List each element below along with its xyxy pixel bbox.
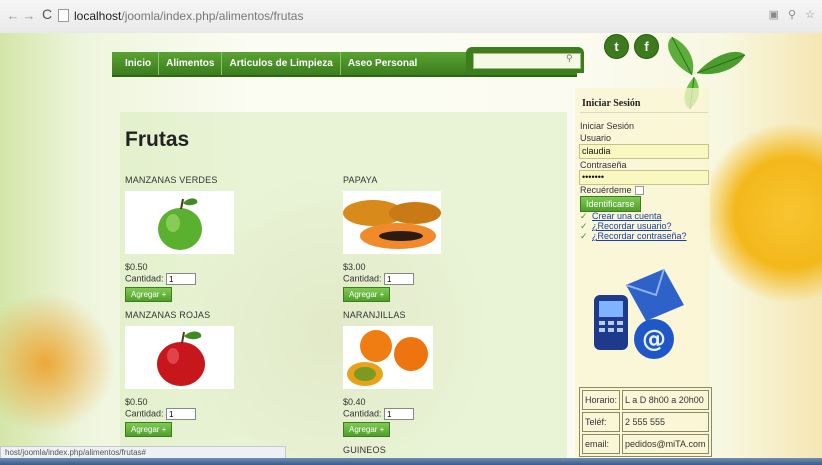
product-price: $0.40: [343, 397, 366, 407]
login-button[interactable]: Identificarse: [580, 196, 641, 212]
product-price: $3.00: [343, 262, 366, 272]
quantity-label: Cantidad:: [125, 273, 164, 284]
nav-item-limpieza[interactable]: Articulos de Limpieza: [222, 52, 341, 75]
page-icon: [58, 9, 69, 22]
product-name: GUINEOS: [343, 445, 386, 455]
product-name: NARANJILLAS: [343, 310, 406, 320]
remember-row: Recuérdeme: [580, 185, 644, 196]
info-key: Teléf:: [582, 412, 621, 432]
product-name: PAPAYA: [343, 175, 378, 185]
quantity-input[interactable]: [384, 273, 415, 285]
product-name: MANZANAS VERDES: [125, 175, 218, 185]
product-price: $0.50: [125, 397, 148, 407]
nav-item-alimentos[interactable]: Alimentos: [159, 52, 223, 75]
forgot-password-link[interactable]: ✓ ¿Recordar contraseña?: [580, 231, 687, 242]
product-card: GUINEOS: [343, 445, 543, 455]
remember-label: Recuérdeme: [580, 185, 632, 195]
quantity-input[interactable]: [384, 408, 415, 420]
os-taskbar: [0, 458, 822, 465]
search-icon[interactable]: ⚲: [566, 53, 573, 64]
page-title: Frutas: [125, 128, 190, 151]
product-card: MANZANAS VERDES $0.50 Cantidad: Agregar …: [125, 175, 325, 302]
add-to-cart-button[interactable]: Agregar +: [125, 422, 173, 437]
product-price: $0.50: [125, 262, 148, 272]
remember-checkbox[interactable]: [634, 186, 644, 196]
username-field[interactable]: claudia: [579, 144, 709, 159]
reload-icon[interactable]: C: [40, 6, 54, 22]
address-bar[interactable]: localhost/joomla/index.php/alimentos/fru…: [56, 6, 776, 26]
forward-arrow-icon[interactable]: →: [22, 8, 36, 23]
login-heading: Iniciar Sesión: [582, 98, 641, 109]
green-apple-image: [125, 191, 234, 254]
url-host: localhost: [74, 9, 122, 23]
nav-item-aseo[interactable]: Aseo Personal: [341, 52, 424, 75]
table-row: email: pedidos@miTA.com: [582, 434, 709, 454]
product-card: NARANJILLAS $0.40 Cantidad: Agregar +: [343, 310, 543, 437]
divider: [580, 112, 708, 113]
quantity-label: Cantidad:: [125, 408, 164, 419]
quantity-input[interactable]: [166, 408, 197, 420]
twitter-icon[interactable]: t: [604, 34, 629, 59]
url-path: /joomla/index.php/alimentos/frutas: [121, 9, 304, 23]
nav-item-inicio[interactable]: Inicio: [112, 52, 160, 75]
back-arrow-icon[interactable]: ←: [6, 8, 20, 23]
info-value: 2 555 555: [622, 412, 709, 432]
table-row: Horario: L a D 8h00 a 20h00: [582, 390, 709, 410]
browser-toolbar: ← → C localhost/joomla/index.php/aliment…: [0, 0, 822, 34]
check-icon: ✓: [580, 231, 588, 241]
username-label: Usuario: [580, 133, 612, 143]
quantity-label: Cantidad:: [343, 408, 382, 419]
product-name: MANZANAS ROJAS: [125, 310, 211, 320]
red-apple-image: [125, 326, 234, 389]
naranjilla-image: [343, 326, 433, 389]
table-row: Teléf: 2 555 555: [582, 412, 709, 432]
info-key: email:: [582, 434, 621, 454]
product-card: PAPAYA $3.00 Cantidad: Agregar +: [343, 175, 543, 302]
info-value: pedidos@miTA.com: [622, 434, 709, 454]
papaya-image: [343, 191, 441, 254]
info-key: Horario:: [582, 390, 621, 410]
info-value: L a D 8h00 a 20h00: [622, 390, 709, 410]
password-field[interactable]: •••••••: [579, 170, 709, 185]
login-subheading: Iniciar Sesión: [580, 121, 635, 131]
contact-phone-email-icon: @: [594, 268, 684, 359]
browser-menu-icons[interactable]: ▣ ⚲ ☆: [769, 8, 818, 21]
svg-text:@: @: [642, 325, 666, 353]
product-card: MANZANAS ROJAS $0.50 Cantidad: Agregar +: [125, 310, 325, 437]
add-to-cart-button[interactable]: Agregar +: [343, 422, 391, 437]
add-to-cart-button[interactable]: Agregar +: [343, 287, 391, 302]
add-to-cart-button[interactable]: Agregar +: [125, 287, 173, 302]
contact-info-table: Horario: L a D 8h00 a 20h00 Teléf: 2 555 5…: [579, 387, 712, 457]
quantity-input[interactable]: [166, 273, 197, 285]
search-input[interactable]: [473, 53, 581, 69]
password-label: Contraseña: [580, 160, 627, 170]
quantity-label: Cantidad:: [343, 273, 382, 284]
